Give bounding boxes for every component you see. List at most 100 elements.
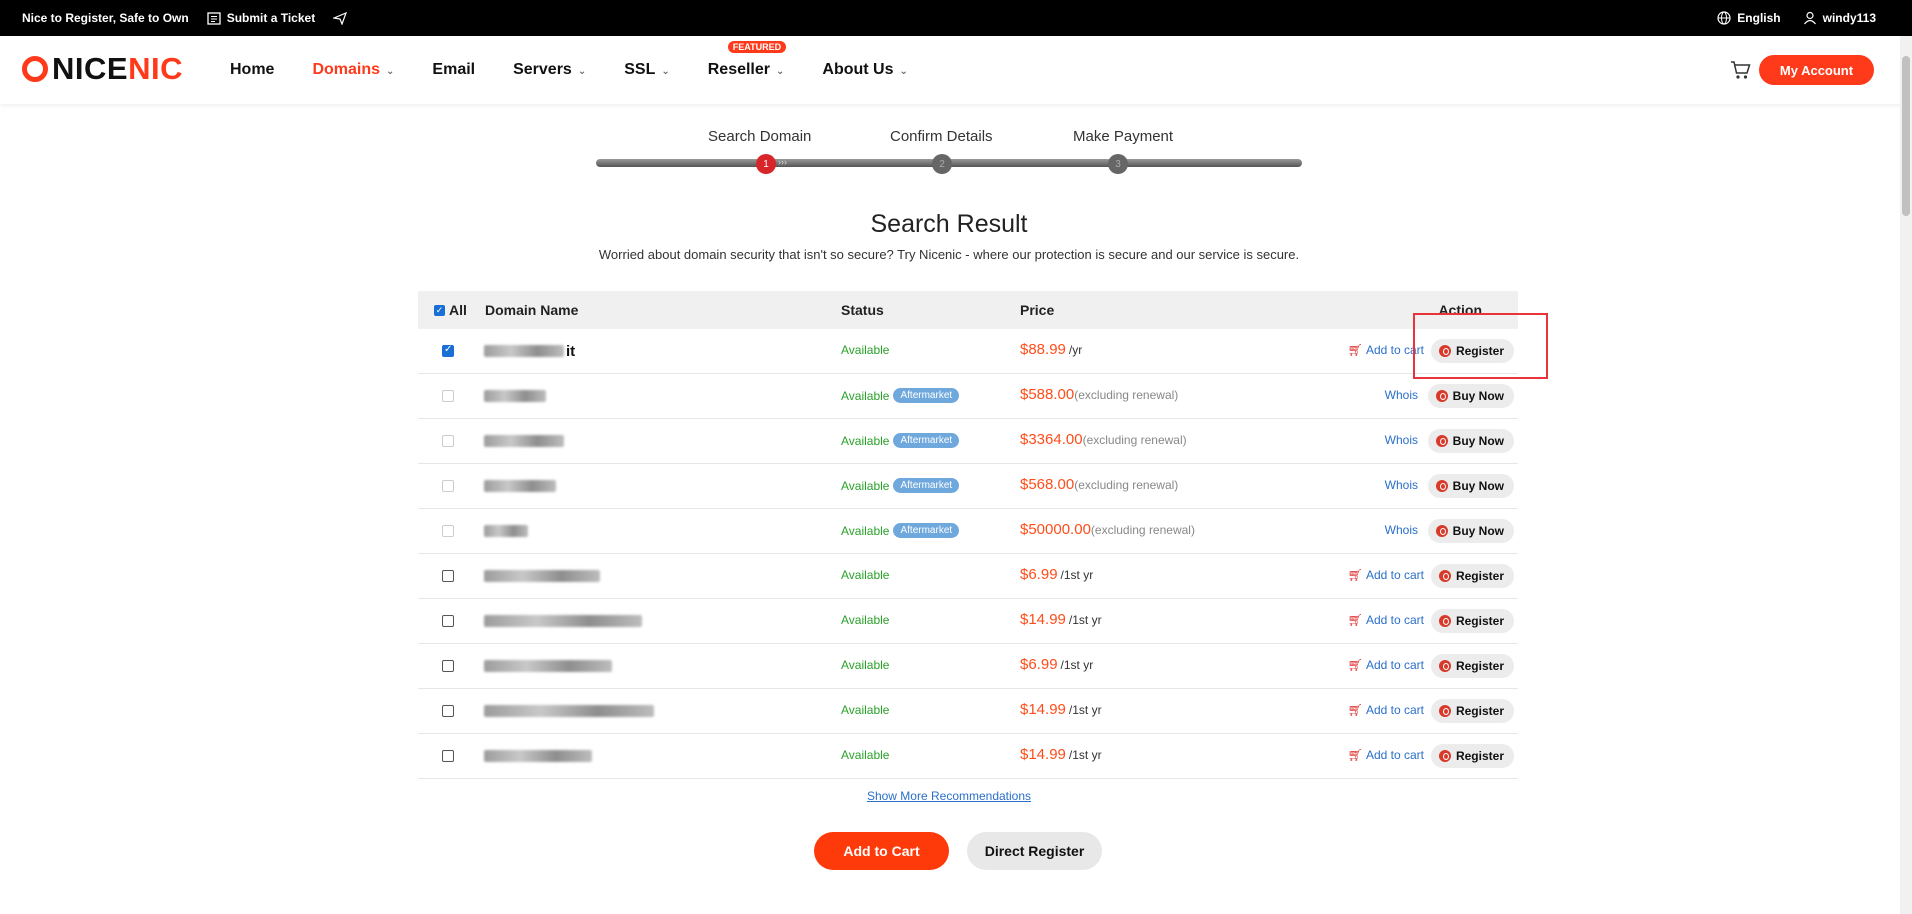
select-all-checkbox[interactable]: ✓ (434, 304, 445, 316)
whois-link[interactable]: Whois (1385, 433, 1418, 447)
progress-steps: Search Domain Confirm Details Make Payme… (596, 124, 1302, 180)
add-to-cart-button[interactable]: Add to Cart (814, 832, 949, 870)
nav-about[interactable]: About Us ⌄ (822, 61, 908, 79)
price-unit: /1st yr (1068, 613, 1102, 627)
nav-email[interactable]: Email (432, 61, 475, 79)
buy-now-button[interactable]: Buy Now (1427, 519, 1514, 543)
scrollbar-thumb[interactable] (1902, 56, 1910, 216)
table-row: Available Aftermarket $588.00 (excluding r… (418, 374, 1518, 419)
price-unit: /1st yr (1060, 658, 1094, 672)
row-checkbox[interactable] (442, 660, 454, 672)
my-account-button[interactable]: My Account (1759, 55, 1874, 85)
add-to-cart-link[interactable]: 🛒︎ Add to cart (1348, 658, 1424, 672)
nav-ssl[interactable]: SSL ⌄ (624, 61, 670, 79)
send-icon[interactable] (333, 11, 348, 25)
table-row: it Available $88.99/yr 🛒︎Add to cart Reg… (418, 329, 1518, 374)
nicenic-logo[interactable]: NICE NIC (22, 51, 183, 86)
price-unit: /1st yr (1068, 748, 1102, 762)
status-label: Available (841, 658, 890, 672)
redacted-domain (484, 750, 592, 762)
aftermarket-badge: Aftermarket (893, 478, 960, 493)
redacted-domain (484, 390, 546, 402)
top-bar: Nice to Register, Safe to Own Submit a T… (0, 0, 1912, 36)
buy-now-label: Buy Now (1452, 434, 1504, 448)
status-label: Available (841, 748, 890, 762)
slogan: Nice to Register, Safe to Own (22, 11, 189, 25)
chevron-down-icon: ⌄ (577, 65, 587, 77)
submit-ticket-link[interactable]: Submit a Ticket (207, 11, 315, 25)
buy-now-button[interactable]: Buy Now (1427, 474, 1514, 498)
status-label: Available (841, 433, 890, 448)
chevron-down-icon: ⌄ (899, 65, 908, 77)
page-subtitle: Worried about domain security that isn't… (598, 247, 1300, 262)
whois-label: Whois (1384, 523, 1418, 537)
cart-icon: 🛒︎ (1347, 703, 1363, 717)
language-selector[interactable]: English (1717, 11, 1781, 25)
nav-servers[interactable]: Servers ⌄ (513, 61, 586, 79)
table-row: Available $6.99/1st yr 🛒︎ Add to cart Reg… (418, 644, 1518, 689)
main-nav: Home Domains ⌄ Email Servers ⌄ SSL ⌄ FEATUR… (230, 36, 946, 104)
nav-domains[interactable]: Domains ⌄ (312, 61, 394, 79)
register-button[interactable]: Register (1430, 654, 1514, 678)
price-amount: $14.99 (1020, 611, 1066, 628)
register-button[interactable]: Register (1430, 699, 1514, 723)
register-icon (1438, 705, 1451, 717)
table-row: Available Aftermarket $50000.00 (excluding… (418, 509, 1518, 554)
row-checkbox[interactable] (442, 390, 454, 402)
add-to-cart-link[interactable]: 🛒︎ Add to cart (1348, 613, 1424, 627)
nav-email-label: Email (432, 61, 476, 78)
main-header: NICE NIC Home Domains ⌄ Email Servers ⌄ SSL… (0, 36, 1912, 104)
nav-reseller[interactable]: FEATURED Reseller ⌄ (708, 41, 787, 79)
price: $50000.00 (excluding renewal) (1020, 521, 1195, 538)
buy-now-label: Buy Now (1452, 479, 1504, 493)
register-label: Register (1455, 704, 1504, 718)
show-more-link[interactable]: Show More Recommendations (0, 789, 1898, 803)
add-to-cart-link[interactable]: 🛒︎ Add to cart (1348, 703, 1424, 717)
register-button[interactable]: Register (1430, 564, 1514, 588)
whois-link[interactable]: Whois (1385, 388, 1418, 402)
direct-register-button[interactable]: Direct Register (967, 832, 1102, 870)
register-button[interactable]: Register (1430, 744, 1514, 768)
whois-link[interactable]: Whois (1385, 523, 1418, 537)
redacted-domain (484, 705, 654, 717)
add-to-cart-label: Add to cart (1365, 748, 1424, 762)
search-results-table: ✓ All Domain Name Status Price Action it… (418, 291, 1518, 779)
price-amount: $88.99 (1020, 341, 1066, 358)
row-checkbox[interactable] (442, 480, 454, 492)
status: Available (841, 658, 889, 672)
nav-home[interactable]: Home (230, 61, 274, 79)
price-amount: $14.99 (1020, 746, 1066, 763)
row-checkbox[interactable] (442, 750, 454, 762)
row-checkbox[interactable] (442, 344, 454, 357)
price-unit: (excluding renewal) (1074, 478, 1179, 492)
price-unit: (excluding renewal) (1082, 433, 1187, 447)
row-checkbox[interactable] (442, 525, 454, 537)
add-to-cart-label: Add to cart (1365, 613, 1424, 627)
register-icon (1438, 570, 1451, 582)
price-amount: $3364.00 (1020, 431, 1083, 448)
select-all[interactable]: ✓ All (434, 302, 467, 318)
add-to-cart-label: Add to cart (1365, 703, 1424, 717)
add-to-cart-link[interactable]: 🛒︎ Add to cart (1348, 568, 1424, 582)
price-amount: $568.00 (1020, 476, 1075, 493)
domain-name (484, 566, 600, 586)
status: Available Aftermarket (841, 388, 960, 403)
add-to-cart-link[interactable]: 🛒︎ Add to cart (1348, 748, 1424, 762)
cart-icon[interactable] (1730, 60, 1752, 80)
buy-now-label: Buy Now (1452, 524, 1504, 538)
chevron-down-icon: ⌄ (661, 65, 670, 77)
row-checkbox[interactable] (442, 435, 454, 447)
row-checkbox[interactable] (442, 705, 454, 717)
user-menu[interactable]: windy113 (1803, 11, 1876, 25)
scrollbar[interactable] (1900, 36, 1912, 914)
row-checkbox[interactable] (442, 615, 454, 627)
whois-label: Whois (1384, 433, 1418, 447)
buy-now-button[interactable]: Buy Now (1427, 384, 1514, 408)
price-unit: /yr (1068, 343, 1083, 357)
whois-link[interactable]: Whois (1385, 478, 1418, 492)
username: windy113 (1822, 11, 1876, 25)
buy-now-button[interactable]: Buy Now (1427, 429, 1514, 453)
status: Available (841, 748, 889, 762)
register-button[interactable]: Register (1430, 609, 1514, 633)
row-checkbox[interactable] (442, 570, 454, 582)
